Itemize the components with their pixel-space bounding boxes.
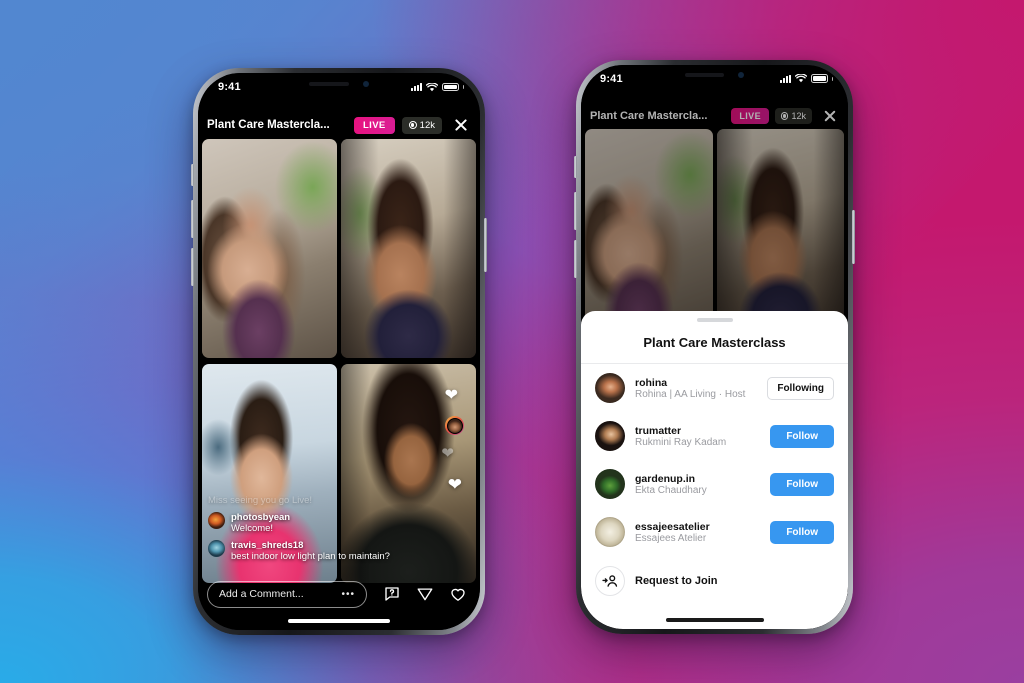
add-person-icon (595, 566, 625, 596)
composer-bar: Add a Comment... ••• (198, 580, 480, 608)
screen-right: 9:41 Plant Care Mastercla... LIVE 12k Pl… (581, 65, 848, 629)
volume-up-button[interactable] (574, 192, 577, 230)
volume-up-button[interactable] (191, 200, 194, 238)
follow-button[interactable]: Follow (770, 520, 834, 544)
comment-avatar (208, 540, 225, 557)
request-to-join-row[interactable]: Request to Join (581, 556, 848, 606)
follow-button[interactable]: Follow (770, 472, 834, 496)
comment-placeholder: Add a Comment... (219, 588, 304, 600)
mute-switch[interactable] (574, 156, 577, 178)
power-button[interactable] (484, 218, 487, 272)
comment-text: Welcome! (231, 523, 274, 534)
following-button[interactable]: Following (767, 376, 834, 400)
battery-icon (441, 82, 459, 92)
comment-username[interactable]: travis_shreds18 (231, 540, 390, 551)
floating-heart-icon: ❤ (447, 475, 462, 494)
participant-row[interactable]: rohina Rohina | AA Living · Host Followi… (581, 364, 848, 412)
video-tile-guest-1[interactable] (341, 139, 476, 358)
battery-icon (810, 74, 828, 83)
floating-heart-icon: ❤ (444, 387, 458, 404)
volume-down-button[interactable] (574, 240, 577, 278)
power-button[interactable] (852, 210, 855, 264)
comment-item: travis_shreds18 best indoor low light pl… (208, 540, 408, 562)
comments-overlay: Miss seeing you go Live! photosbyean Wel… (208, 495, 408, 568)
viewer-count-label: 12k (419, 119, 435, 131)
earpiece-speaker (308, 81, 350, 86)
live-title: Plant Care Mastercla... (207, 119, 330, 131)
comment-item: Miss seeing you go Live! (208, 495, 408, 506)
avatar (595, 373, 625, 403)
avatar (595, 517, 625, 547)
battery-nub-icon (462, 85, 464, 89)
cellular-signal-icon (410, 83, 422, 91)
status-time: 9:41 (218, 81, 241, 93)
close-icon[interactable]: #phone1 .close-x::before,#phone1 .close-… (451, 115, 471, 135)
avatar (595, 421, 625, 451)
question-bubble-icon[interactable] (383, 585, 401, 603)
wifi-icon (425, 82, 438, 91)
home-indicator[interactable] (665, 618, 764, 622)
reaction-avatar (445, 416, 464, 435)
viewer-count-pill[interactable]: 12k (401, 116, 442, 134)
heart-icon[interactable] (449, 585, 467, 603)
earpiece-speaker (685, 73, 724, 77)
participant-row[interactable]: trumatter Rukmini Ray Kadam Follow (581, 412, 848, 460)
volume-down-button[interactable] (191, 248, 194, 286)
notch (661, 65, 768, 85)
comment-avatar (208, 512, 225, 529)
home-indicator[interactable] (288, 619, 390, 623)
background-gradient (0, 0, 1024, 683)
composer-actions (383, 585, 467, 603)
notch (283, 73, 395, 94)
follow-button[interactable]: Follow (770, 424, 834, 448)
participant-fullname: Rohina | AA Living · Host (635, 388, 746, 400)
comment-text: best indoor low light plan to maintain? (231, 551, 390, 562)
phone-left: 9:41 Plant Care Mastercla... LIVE 12k ❤ … (191, 68, 487, 635)
request-to-join-label: Request to Join (635, 575, 718, 587)
battery-nub-icon (831, 76, 833, 81)
participants-sheet: Plant Care Masterclass rohina Rohina | A… (581, 311, 848, 629)
comment-input[interactable]: Add a Comment... ••• (207, 580, 367, 608)
comment-username[interactable]: photosbyean (231, 512, 290, 523)
sheet-title: Plant Care Masterclass (643, 335, 786, 350)
participant-username: gardenup.in (635, 472, 696, 485)
status-time: 9:41 (600, 72, 623, 85)
mute-switch[interactable] (191, 164, 194, 186)
cellular-signal-icon (779, 74, 791, 83)
screen-left: 9:41 Plant Care Mastercla... LIVE 12k ❤ … (198, 73, 480, 630)
participant-username: trumatter (635, 424, 682, 437)
comment-item: photosbyean Welcome! (208, 512, 408, 534)
live-header-left: Plant Care Mastercla... LIVE 12k #phone1… (198, 113, 480, 137)
comment-text: Miss seeing you go Live! (208, 495, 313, 506)
participant-row[interactable]: gardenup.in Ekta Chaudhary Follow (581, 460, 848, 508)
eye-icon (408, 121, 417, 129)
avatar (595, 469, 625, 499)
participant-fullname: Rukmini Ray Kadam (635, 436, 727, 448)
front-camera (737, 72, 744, 78)
comment-more-button[interactable]: ••• (341, 589, 355, 600)
floating-heart-outline-icon: ❤ (441, 445, 454, 462)
participant-row[interactable]: essajeesatelier Essajees Atelier Follow (581, 508, 848, 556)
participant-username: essajeesatelier (635, 520, 710, 533)
live-badge: LIVE (353, 116, 395, 134)
participant-username: rohina (635, 376, 668, 389)
phone-right: 9:41 Plant Care Mastercla... LIVE 12k Pl… (574, 60, 855, 634)
participant-fullname: Essajees Atelier (635, 532, 707, 544)
front-camera (363, 80, 370, 87)
participant-fullname: Ekta Chaudhary (635, 484, 707, 496)
wifi-icon (794, 74, 807, 83)
video-tile-host[interactable] (202, 139, 337, 358)
share-paper-plane-icon[interactable] (416, 585, 434, 603)
